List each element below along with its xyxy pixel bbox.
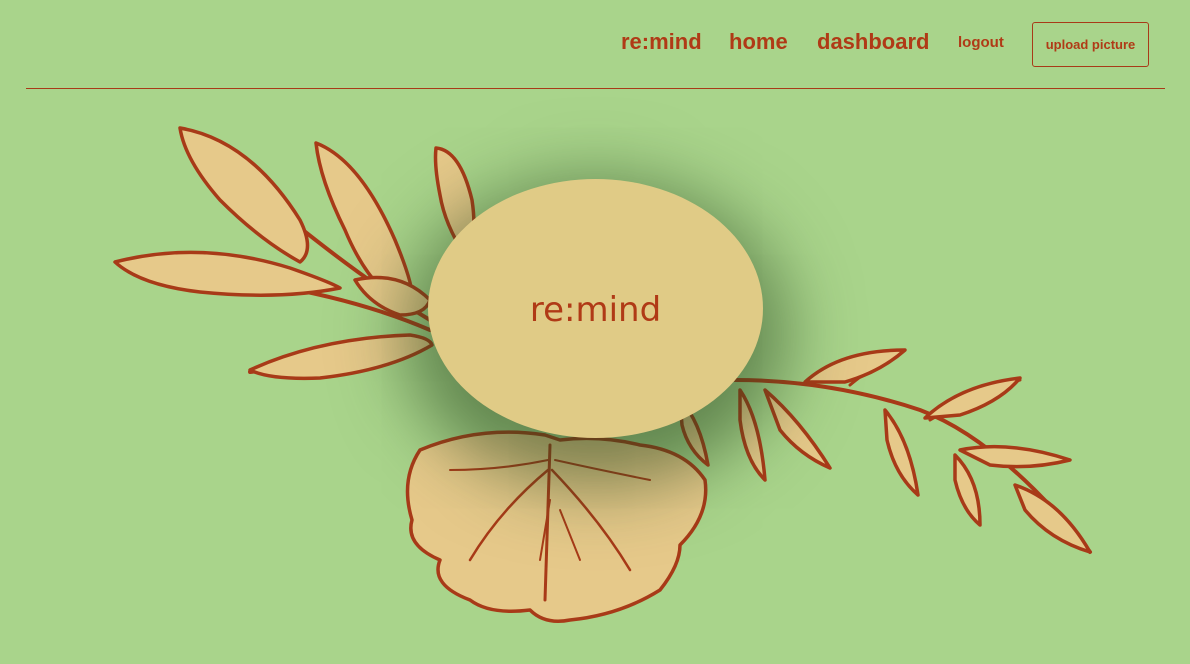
hero-logo-text: re:mind [529, 289, 662, 330]
landing-page: re:mind home dashboard logout upload pic… [0, 0, 1190, 664]
logo-oval: re:mind [428, 179, 763, 438]
